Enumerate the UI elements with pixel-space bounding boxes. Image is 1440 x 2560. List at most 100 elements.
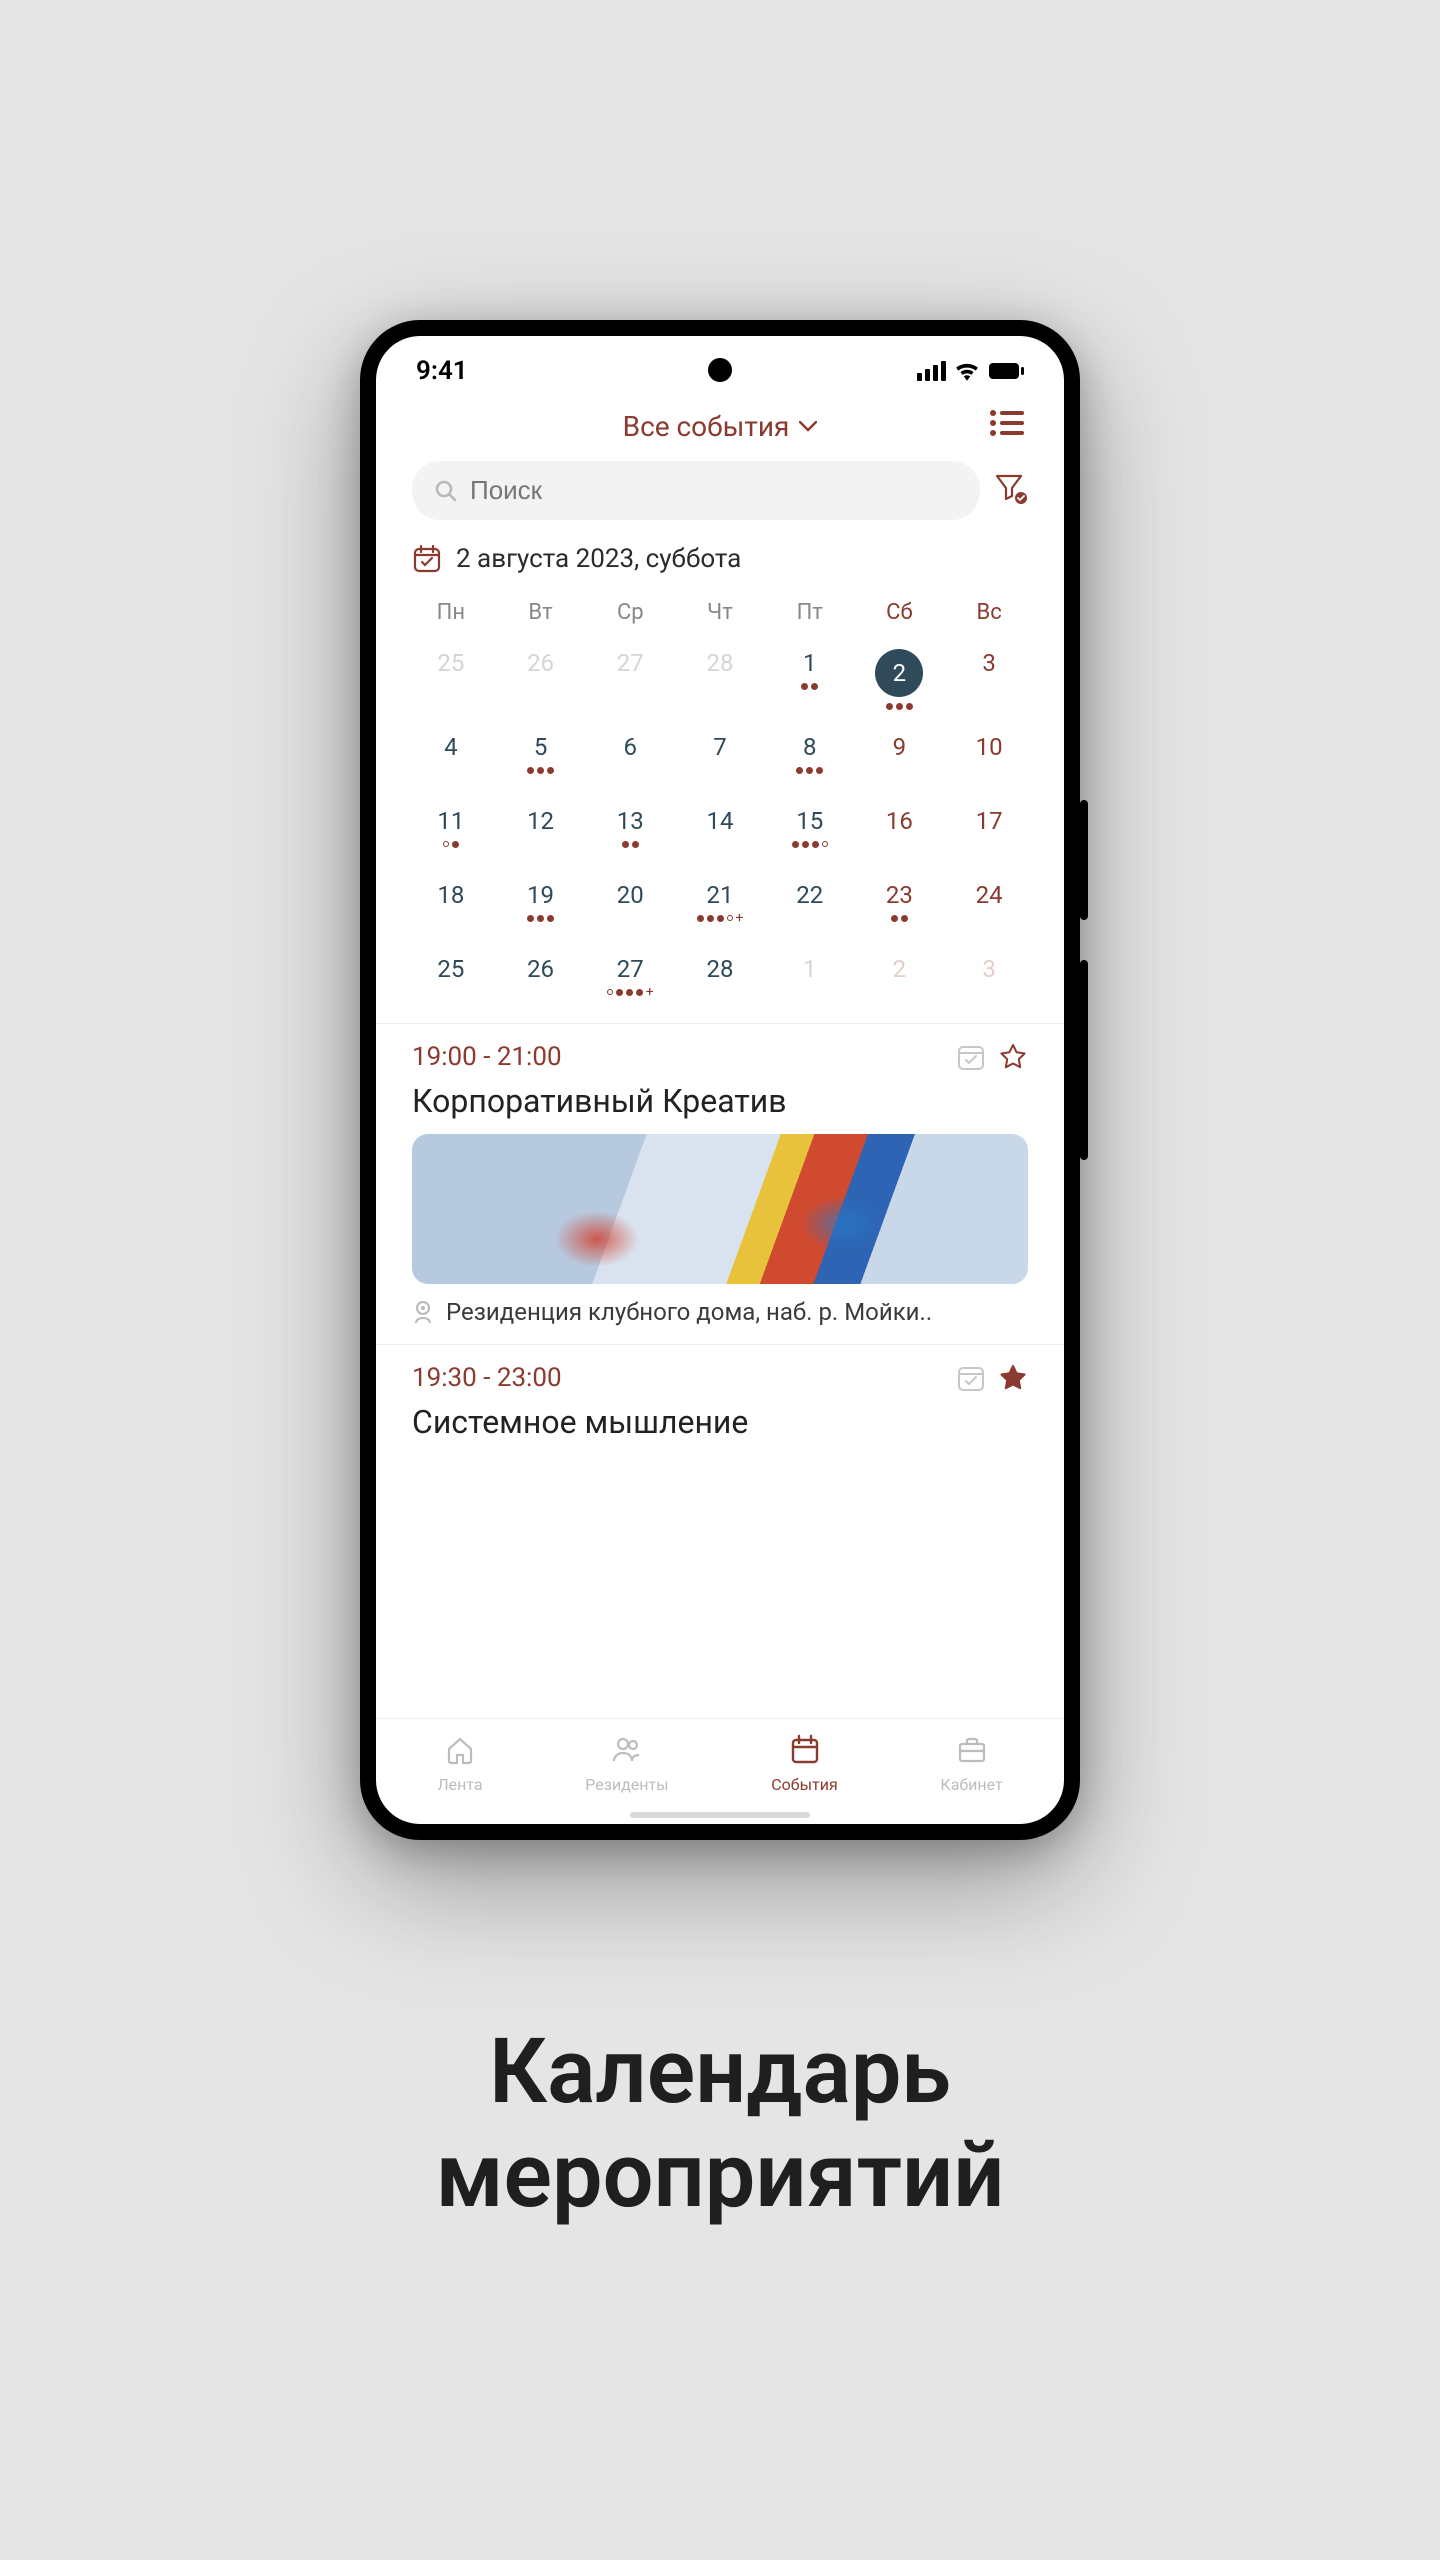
- day-number: 2: [893, 955, 907, 983]
- nav-cabinet[interactable]: Кабинет: [940, 1733, 1002, 1794]
- day-number: 8: [803, 733, 817, 761]
- calendar-day[interactable]: 7: [675, 723, 765, 791]
- day-number: 15: [796, 807, 823, 835]
- search-icon: [434, 479, 458, 503]
- dropdown-label: Все события: [623, 410, 790, 443]
- calendar-day[interactable]: 18: [406, 871, 496, 939]
- calendar-day[interactable]: 5: [496, 723, 586, 791]
- event-dots: [891, 913, 908, 923]
- day-number: 25: [437, 955, 464, 983]
- event-title: Корпоративный Креатив: [412, 1082, 1028, 1120]
- calendar-day[interactable]: 15: [765, 797, 855, 865]
- search-input[interactable]: [470, 475, 958, 506]
- event-image: [412, 1134, 1028, 1284]
- calendar-day[interactable]: 2: [855, 639, 945, 717]
- caption-line-1: Календарь: [436, 2020, 1005, 2124]
- day-number: 21: [707, 881, 734, 909]
- day-number: 5: [534, 733, 548, 761]
- calendar-day[interactable]: 16: [855, 797, 945, 865]
- day-number: 13: [617, 807, 644, 835]
- calendar-day[interactable]: 3: [944, 639, 1034, 717]
- day-number: 9: [893, 733, 907, 761]
- calendar-day[interactable]: 9: [855, 723, 945, 791]
- calendar-day[interactable]: 13: [585, 797, 675, 865]
- header: Все события: [376, 396, 1064, 461]
- list-view-button[interactable]: [990, 410, 1024, 440]
- calendar-day[interactable]: 27: [585, 639, 675, 717]
- event-dots: +: [697, 913, 744, 923]
- calendar-day[interactable]: 20: [585, 871, 675, 939]
- calendar-day[interactable]: 3: [944, 945, 1034, 1013]
- add-to-calendar-button[interactable]: [956, 1042, 986, 1076]
- day-number: 7: [713, 733, 727, 761]
- promo-caption: Календарь мероприятий: [436, 2020, 1005, 2227]
- calendar-day[interactable]: 1: [765, 639, 855, 717]
- day-number: 16: [886, 807, 913, 835]
- nav-label: Резиденты: [585, 1775, 668, 1794]
- favorite-button[interactable]: [998, 1363, 1028, 1397]
- search-box[interactable]: [412, 461, 980, 520]
- nav-residents[interactable]: Резиденты: [585, 1733, 668, 1794]
- battery-icon: [988, 362, 1024, 380]
- calendar-day[interactable]: 25: [406, 639, 496, 717]
- day-number: 27: [617, 955, 644, 983]
- calendar-day[interactable]: 28: [675, 639, 765, 717]
- day-number: 3: [982, 649, 996, 677]
- day-number: 10: [976, 733, 1003, 761]
- nav-events[interactable]: События: [771, 1733, 838, 1794]
- favorite-button[interactable]: [998, 1042, 1028, 1076]
- day-number: 28: [707, 955, 734, 983]
- side-button-1: [1080, 800, 1088, 920]
- calendar-day[interactable]: 21 +: [675, 871, 765, 939]
- calendar-day[interactable]: 14: [675, 797, 765, 865]
- event-dots: [527, 913, 554, 923]
- day-number: 18: [437, 881, 464, 909]
- filter-button[interactable]: [994, 472, 1028, 510]
- day-number: 24: [976, 881, 1003, 909]
- calendar-day[interactable]: 6: [585, 723, 675, 791]
- home-indicator: [630, 1812, 810, 1818]
- event-card[interactable]: 19:00 - 21:00Корпоративный КреативРезиде…: [376, 1023, 1064, 1344]
- calendar-day[interactable]: 10: [944, 723, 1034, 791]
- calendar-day[interactable]: 25: [406, 945, 496, 1013]
- calendar-day[interactable]: 24: [944, 871, 1034, 939]
- search-row: [376, 461, 1064, 538]
- calendar-day[interactable]: 12: [496, 797, 586, 865]
- day-number: 3: [982, 955, 996, 983]
- events-filter-dropdown[interactable]: Все события: [623, 410, 818, 443]
- calendar-day[interactable]: 4: [406, 723, 496, 791]
- calendar-day[interactable]: 27+: [585, 945, 675, 1013]
- calendar-day[interactable]: 11: [406, 797, 496, 865]
- calendar-day[interactable]: 26: [496, 945, 586, 1013]
- status-right: [917, 361, 1024, 381]
- side-button-2: [1080, 960, 1088, 1160]
- event-card[interactable]: 19:30 - 23:00Системное мышление: [376, 1344, 1064, 1441]
- day-number: 1: [803, 649, 817, 677]
- calendar-day[interactable]: 26: [496, 639, 586, 717]
- event-title: Системное мышление: [412, 1403, 1028, 1441]
- calendar-day[interactable]: 1: [765, 945, 855, 1013]
- calendar-day[interactable]: 23: [855, 871, 945, 939]
- day-number: 22: [796, 881, 823, 909]
- add-to-calendar-button[interactable]: [956, 1363, 986, 1397]
- calendar-day[interactable]: 22: [765, 871, 855, 939]
- camera-cutout: [708, 358, 732, 382]
- calendar-day[interactable]: 2: [855, 945, 945, 1013]
- day-number: 25: [437, 649, 464, 677]
- event-dots: [792, 839, 828, 849]
- calendar-day[interactable]: 28: [675, 945, 765, 1013]
- calendar-day[interactable]: 17: [944, 797, 1034, 865]
- calendar-check-icon: [412, 544, 442, 574]
- day-number: 27: [617, 649, 644, 677]
- nav-feed[interactable]: Лента: [437, 1733, 482, 1794]
- current-date-label: 2 августа 2023, суббота: [456, 544, 741, 574]
- wifi-icon: [954, 361, 980, 381]
- event-dots: [622, 839, 639, 849]
- calendar-day[interactable]: 19: [496, 871, 586, 939]
- weekday-label: Вс: [944, 592, 1034, 633]
- day-number: 6: [624, 733, 638, 761]
- nav-label: Кабинет: [940, 1775, 1002, 1794]
- calendar-day[interactable]: 8: [765, 723, 855, 791]
- weekday-label: Пт: [765, 592, 855, 633]
- weekday-label: Чт: [675, 592, 765, 633]
